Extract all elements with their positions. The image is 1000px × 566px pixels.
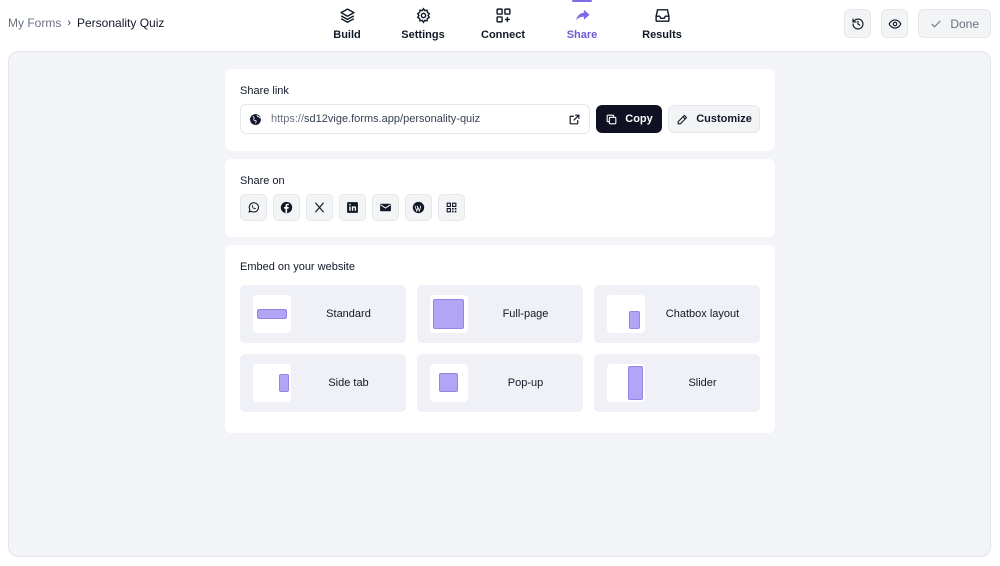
embed-option-label: Slider xyxy=(688,377,717,389)
top-actions: Done xyxy=(844,9,991,38)
share-url-field[interactable]: https://sd12vige.forms.app/personality-q… xyxy=(240,104,590,134)
embed-option-label: Full-page xyxy=(502,308,549,320)
share-url-protocol: https:// xyxy=(271,113,305,125)
done-button-label: Done xyxy=(950,16,979,31)
breadcrumb-my-forms[interactable]: My Forms xyxy=(8,16,61,30)
share-linkedin-button[interactable] xyxy=(339,194,366,221)
share-qr-code-button[interactable] xyxy=(438,194,465,221)
embed-card: Embed on your website Standard Full-page… xyxy=(225,245,775,433)
share-on-title: Share on xyxy=(240,175,285,187)
tab-settings[interactable]: Settings xyxy=(376,0,470,48)
side-tab-preview-icon xyxy=(253,364,291,402)
tab-build-label: Build xyxy=(333,29,361,41)
share-whatsapp-button[interactable] xyxy=(240,194,267,221)
share-canvas: Share link https://sd12vige.forms.app/pe… xyxy=(8,51,991,557)
share-email-button[interactable] xyxy=(372,194,399,221)
layers-icon xyxy=(339,8,355,23)
tab-connect[interactable]: Connect xyxy=(474,0,532,48)
chatbox-preview-icon xyxy=(607,295,645,333)
inbox-icon xyxy=(654,9,670,22)
tab-share[interactable]: Share xyxy=(534,0,630,48)
done-button[interactable]: Done xyxy=(918,9,991,38)
wordpress-icon xyxy=(412,201,425,214)
share-facebook-button[interactable] xyxy=(273,194,300,221)
preview-button[interactable] xyxy=(881,9,909,38)
embed-option-chatbox[interactable]: Chatbox layout xyxy=(594,285,760,343)
embed-options: Standard Full-page Chatbox layout Side t… xyxy=(240,285,760,412)
customize-button-label: Customize xyxy=(696,113,752,125)
embed-option-label: Standard xyxy=(326,308,371,320)
main-tabs: Build Settings Connect Share Results xyxy=(318,0,690,48)
share-x-button[interactable] xyxy=(306,194,333,221)
x-icon xyxy=(315,202,324,213)
globe-icon xyxy=(250,113,261,125)
top-bar: My Forms › Personality Quiz Build Settin… xyxy=(0,0,1000,48)
grid-plus-icon xyxy=(495,8,511,23)
breadcrumb-current-form: Personality Quiz xyxy=(77,16,165,30)
share-url-text: https://sd12vige.forms.app/personality-q… xyxy=(271,113,568,125)
share-wordpress-button[interactable] xyxy=(405,194,432,221)
tab-connect-label: Connect xyxy=(481,29,525,41)
share-link-card: Share link https://sd12vige.forms.app/pe… xyxy=(225,69,775,151)
share-link-title: Share link xyxy=(240,85,289,97)
embed-option-label: Chatbox layout xyxy=(665,308,740,320)
embed-option-side-tab[interactable]: Side tab xyxy=(240,354,406,412)
tab-build[interactable]: Build xyxy=(318,0,376,48)
embed-option-label: Pop-up xyxy=(507,377,544,389)
tab-results[interactable]: Results xyxy=(634,0,690,48)
full-page-preview-icon xyxy=(430,295,468,333)
email-icon xyxy=(380,203,391,212)
breadcrumb-separator: › xyxy=(67,17,71,29)
embed-option-standard[interactable]: Standard xyxy=(240,285,406,343)
gear-icon xyxy=(416,7,430,24)
customize-button[interactable]: Customize xyxy=(668,105,760,133)
tab-share-label: Share xyxy=(566,29,598,41)
social-share-buttons xyxy=(240,194,465,221)
embed-option-label: Side tab xyxy=(328,377,369,389)
breadcrumb: My Forms › Personality Quiz xyxy=(8,16,164,30)
history-button[interactable] xyxy=(844,9,872,38)
history-icon xyxy=(852,17,864,30)
linkedin-icon xyxy=(347,202,358,213)
whatsapp-icon xyxy=(248,202,259,213)
standard-preview-icon xyxy=(253,295,291,333)
slider-preview-icon xyxy=(607,364,645,402)
share-url-path: sd12vige.forms.app/personality-quiz xyxy=(304,113,481,125)
embed-title: Embed on your website xyxy=(240,261,355,273)
facebook-icon xyxy=(280,201,293,214)
external-link-icon[interactable] xyxy=(568,113,581,126)
copy-icon xyxy=(606,114,617,124)
pop-up-preview-icon xyxy=(430,364,468,402)
tab-results-label: Results xyxy=(642,29,682,41)
embed-option-full-page[interactable]: Full-page xyxy=(417,285,583,343)
embed-option-pop-up[interactable]: Pop-up xyxy=(417,354,583,412)
check-icon xyxy=(931,20,941,27)
share-arrow-icon xyxy=(575,9,590,21)
copy-button-label: Copy xyxy=(625,113,653,125)
tab-settings-label: Settings xyxy=(401,29,445,41)
copy-button[interactable]: Copy xyxy=(596,105,662,133)
qr-code-icon xyxy=(446,202,457,213)
eye-icon xyxy=(888,18,902,29)
pencil-icon xyxy=(677,114,688,124)
share-on-card: Share on xyxy=(225,159,775,237)
embed-option-slider[interactable]: Slider xyxy=(594,354,760,412)
